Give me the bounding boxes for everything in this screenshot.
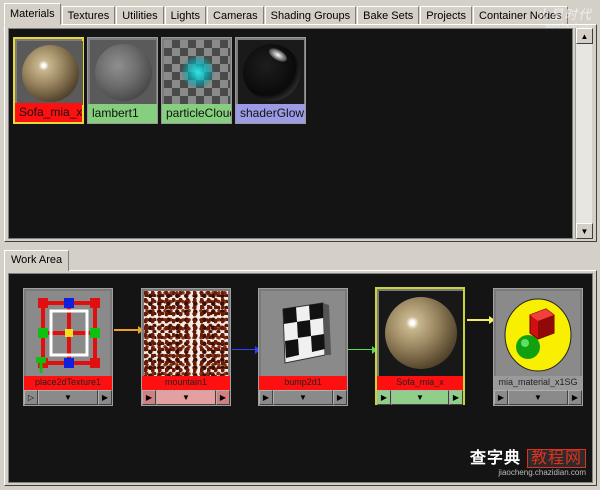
node-thumbnail — [144, 291, 228, 376]
play-arrow-icon[interactable]: ▶ — [377, 390, 391, 405]
node-thumbnail — [261, 291, 345, 376]
grey-sphere-icon — [95, 44, 152, 101]
tan-sphere-icon — [22, 45, 79, 102]
swatch-thumbnail — [17, 41, 83, 105]
expand-down-icon[interactable]: ▼ — [391, 390, 449, 405]
expand-down-icon[interactable]: ▼ — [156, 390, 216, 405]
expand-down-icon[interactable]: ▼ — [508, 390, 568, 405]
swatch-label: Sofa_mia_x — [15, 103, 82, 122]
hypershade-tabs: Materials Textures Utilities Lights Came… — [4, 3, 569, 25]
connection-arrow[interactable] — [347, 346, 377, 354]
connection-arrow[interactable] — [232, 346, 260, 354]
play-arrow-icon[interactable]: ▶ — [259, 390, 273, 405]
swatch-area[interactable]: Sofa_mia_x lambert1 particleCloud1 — [8, 28, 573, 239]
tab-textures[interactable]: Textures — [61, 6, 116, 25]
work-area-panel: place2dTexture1 ▷ ▼ ▶ mountain1 ▶ ▼ ▶ bu… — [4, 270, 597, 486]
scroll-up-arrow-icon[interactable]: ▲ — [576, 28, 593, 44]
play-arrow-icon[interactable]: ▶ — [449, 390, 463, 405]
place2d-grid-icon — [36, 298, 100, 373]
swatch-particle-cloud1[interactable]: particleCloud1 — [161, 37, 232, 124]
tab-lights[interactable]: Lights — [164, 6, 207, 25]
watermark-top-url: www.hxsd.com — [545, 23, 592, 30]
node-mountain1[interactable]: mountain1 ▶ ▼ ▶ — [141, 288, 231, 406]
noise-texture-icon — [144, 291, 228, 376]
scroll-down-arrow-icon[interactable]: ▼ — [576, 223, 593, 239]
connection-arrow[interactable] — [467, 316, 495, 324]
tab-cameras[interactable]: Cameras — [207, 6, 264, 25]
expand-down-icon[interactable]: ▼ — [273, 390, 333, 405]
swatch-thumbnail — [238, 40, 304, 104]
node-label: bump2d1 — [259, 376, 347, 390]
node-thumbnail — [379, 291, 463, 376]
swatch-thumbnail — [164, 40, 230, 104]
node-place2d-texture1[interactable]: place2dTexture1 ▷ ▼ ▶ — [23, 288, 113, 406]
hypershade-window: Materials Textures Utilities Lights Came… — [0, 0, 600, 490]
vertical-scrollbar[interactable]: ▲ ▼ — [575, 28, 593, 239]
connection-arrow[interactable] — [114, 326, 144, 334]
node-button-bar: ▶ ▼ ▶ — [142, 390, 230, 405]
play-arrow-icon[interactable]: ▷ — [24, 390, 38, 405]
node-button-bar: ▶ ▼ ▶ — [494, 390, 582, 405]
node-button-bar: ▶ ▼ ▶ — [377, 390, 463, 405]
node-sofa-mia-x[interactable]: Sofa_mia_x ▶ ▼ ▶ — [375, 287, 465, 405]
cyan-glow-icon — [182, 56, 214, 88]
watermark-bottom-text: 查字典 — [469, 450, 521, 467]
materials-panel: Sofa_mia_x lambert1 particleCloud1 — [4, 24, 597, 242]
watermark-bottom: 查字典 教程网 jiaocheng.chazidian.com — [456, 444, 586, 477]
tab-materials[interactable]: Materials — [4, 3, 61, 25]
tan-sphere-icon — [385, 297, 457, 369]
play-arrow-icon[interactable]: ▶ — [142, 390, 156, 405]
watermark-top: 火星时代 www.hxsd.com — [536, 4, 592, 30]
node-button-bar: ▶ ▼ ▶ — [259, 390, 347, 405]
play-arrow-icon[interactable]: ▶ — [494, 390, 508, 405]
shading-group-icon — [504, 298, 572, 372]
swatch-thumbnail — [90, 40, 156, 104]
tab-shading-groups[interactable]: Shading Groups — [264, 6, 357, 25]
swatch-label: lambert1 — [88, 104, 157, 123]
play-arrow-icon[interactable]: ▶ — [333, 390, 347, 405]
play-arrow-icon[interactable]: ▶ — [98, 390, 112, 405]
node-thumbnail — [26, 291, 110, 376]
tab-work-area[interactable]: Work Area — [4, 250, 70, 271]
bump-checker-icon — [282, 302, 331, 364]
watermark-bottom-url: jiaocheng.chazidian.com — [498, 468, 586, 477]
swatch-label: particleCloud1 — [162, 104, 231, 123]
play-arrow-icon[interactable]: ▶ — [568, 390, 582, 405]
work-area-canvas[interactable]: place2dTexture1 ▷ ▼ ▶ mountain1 ▶ ▼ ▶ bu… — [8, 273, 593, 483]
swatch-shader-glow1[interactable]: shaderGlow1 — [235, 37, 306, 124]
swatch-lambert1[interactable]: lambert1 — [87, 37, 158, 124]
node-label: mountain1 — [142, 376, 230, 390]
watermark-top-text: 火星时代 — [535, 7, 592, 22]
node-label: place2dTexture1 — [24, 376, 112, 390]
expand-down-icon[interactable]: ▼ — [38, 390, 98, 405]
play-arrow-icon[interactable]: ▶ — [216, 390, 230, 405]
node-bump2d1[interactable]: bump2d1 ▶ ▼ ▶ — [258, 288, 348, 406]
swatch-sofa-mia-x[interactable]: Sofa_mia_x — [13, 37, 84, 124]
watermark-bottom-tag: 教程网 — [526, 449, 586, 468]
swatch-label: shaderGlow1 — [236, 104, 305, 123]
node-thumbnail — [496, 291, 580, 376]
node-mia-material-x1sg[interactable]: mia_material_x1SG ▶ ▼ ▶ — [493, 288, 583, 406]
node-label: Sofa_mia_x — [377, 376, 463, 390]
node-label: mia_material_x1SG — [494, 376, 582, 390]
tab-projects[interactable]: Projects — [420, 6, 473, 25]
tab-bake-sets[interactable]: Bake Sets — [357, 6, 420, 25]
tab-utilities[interactable]: Utilities — [116, 6, 164, 25]
node-button-bar: ▷ ▼ ▶ — [24, 390, 112, 405]
